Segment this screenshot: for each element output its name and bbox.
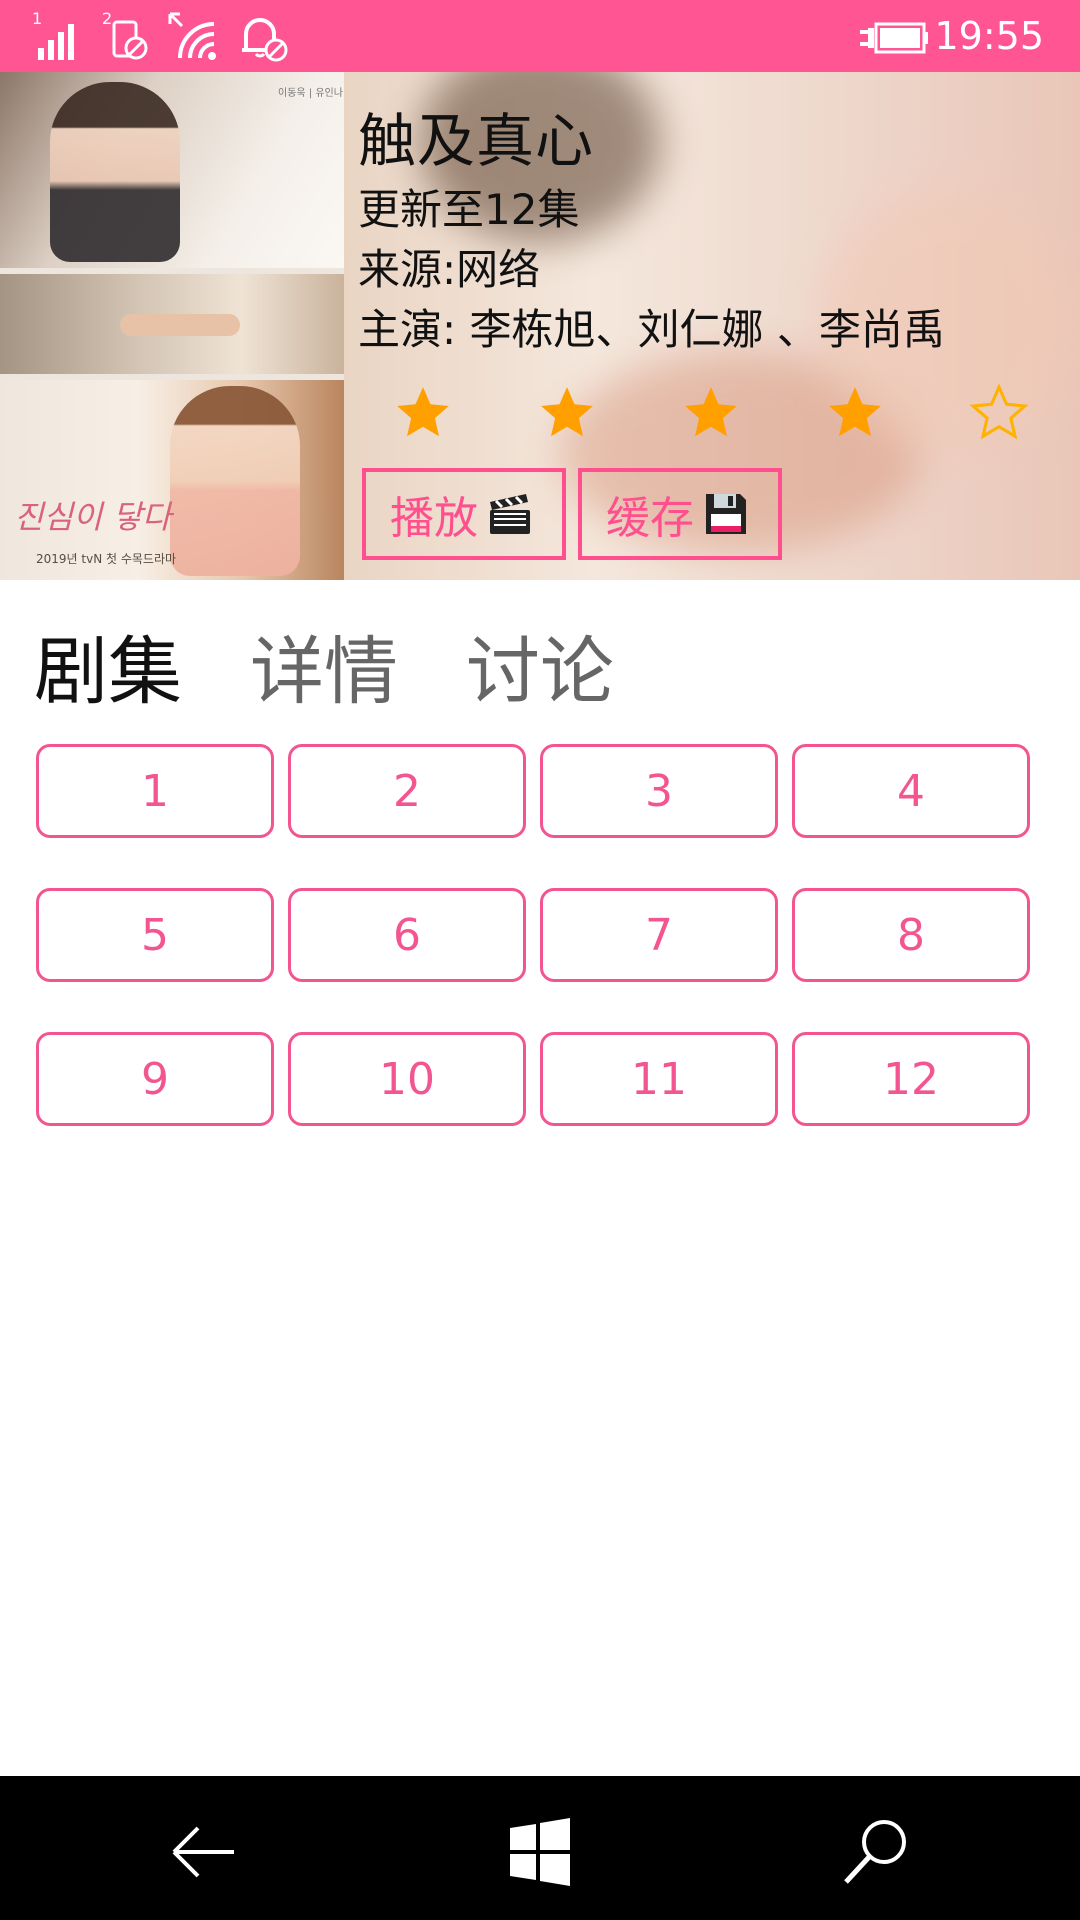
poster-image[interactable]: 이동욱 | 유인나 진심이 닿다 2019년 tvN 첫 수목드라마: [0, 72, 344, 580]
star-filled-icon[interactable]: [392, 382, 454, 444]
poster-subtitle-text: 2019년 tvN 첫 수목드라마: [36, 552, 177, 566]
episode-button[interactable]: 7: [540, 888, 778, 982]
episode-button[interactable]: 6: [288, 888, 526, 982]
clapperboard-icon: [490, 494, 530, 534]
episode-button[interactable]: 4: [792, 744, 1030, 838]
tab-episodes[interactable]: 剧集: [34, 612, 182, 719]
rating-stars[interactable]: [380, 382, 1040, 452]
sim1-signal-icon: 1: [32, 9, 74, 60]
poster-panel: [0, 72, 344, 268]
poster-cast-text: 이동욱 | 유인나: [278, 88, 343, 99]
star-filled-icon[interactable]: [536, 382, 598, 444]
play-button[interactable]: 播放: [362, 468, 566, 560]
star-filled-icon[interactable]: [824, 382, 886, 444]
episode-button[interactable]: 3: [540, 744, 778, 838]
clock: 19:55: [934, 14, 1044, 58]
cast-text: 主演: 李栋旭、刘仁娜 、李尚禹: [358, 305, 945, 354]
episode-button[interactable]: 9: [36, 1032, 274, 1126]
update-status: 更新至12集: [358, 185, 580, 234]
search-icon[interactable]: [836, 1812, 916, 1892]
source-text: 来源:网络: [358, 245, 541, 294]
cache-button-label: 缓存: [606, 493, 694, 544]
episode-button[interactable]: 1: [36, 744, 274, 838]
tab-discussion[interactable]: 讨论: [466, 612, 614, 719]
system-nav-bar: [0, 1776, 1080, 1920]
windows-start-icon[interactable]: [500, 1812, 580, 1892]
tab-details[interactable]: 详情: [250, 612, 398, 719]
battery-charging-icon: [860, 22, 928, 54]
episode-button[interactable]: 5: [36, 888, 274, 982]
svg-text:1: 1: [32, 9, 42, 28]
back-arrow-icon[interactable]: [164, 1812, 244, 1892]
sim2-no-data-icon: 2: [102, 9, 148, 60]
play-button-label: 播放: [390, 493, 478, 544]
status-bar: 1 2 19:55: [0, 0, 1080, 72]
episode-button[interactable]: 10: [288, 1032, 526, 1126]
episode-button[interactable]: 11: [540, 1032, 778, 1126]
cache-button[interactable]: 缓存: [578, 468, 782, 560]
quiet-hours-icon: [242, 18, 288, 62]
svg-text:2: 2: [102, 9, 112, 28]
show-title: 触及真心: [358, 107, 595, 175]
episode-button[interactable]: 12: [792, 1032, 1030, 1126]
wifi-icon: [168, 12, 216, 60]
poster-title-text: 진심이 닿다: [14, 498, 172, 536]
floppy-disk-icon: [706, 494, 746, 534]
show-header: 이동욱 | 유인나 진심이 닿다 2019년 tvN 첫 수목드라마 触及真心 …: [0, 72, 1080, 580]
episode-button[interactable]: 8: [792, 888, 1030, 982]
star-filled-icon[interactable]: [680, 382, 742, 444]
poster-panel: [0, 274, 344, 374]
episode-button[interactable]: 2: [288, 744, 526, 838]
star-empty-icon[interactable]: [968, 382, 1030, 444]
